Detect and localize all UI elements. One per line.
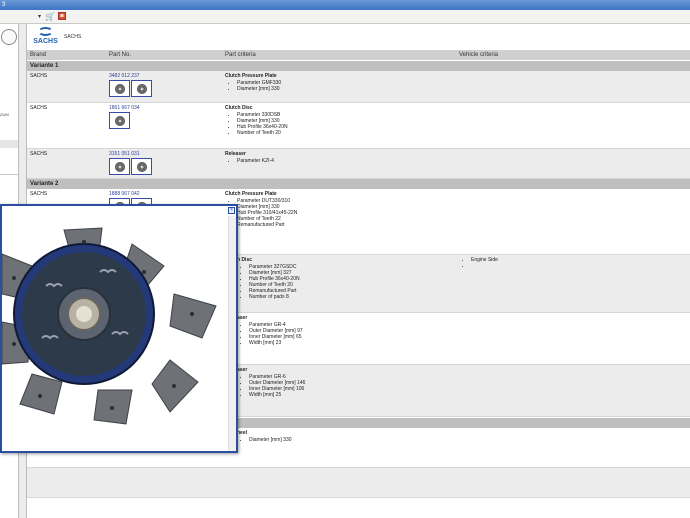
variant-header: Variante 2	[27, 179, 690, 189]
vehicle-criteria: Engine Side	[459, 257, 498, 269]
popup-scrollbar[interactable]	[228, 216, 236, 451]
table-row	[27, 468, 690, 498]
cart-icon[interactable]: 🛒	[45, 12, 55, 21]
criteria-item: Diameter [mm] 330	[249, 437, 292, 443]
table-row[interactable]: SACHS 3482 012 237 Clutch Pressure Plate…	[27, 71, 690, 103]
brand-name: SACHS	[64, 34, 82, 40]
part-thumbnail[interactable]	[131, 158, 152, 175]
criteria-item: Width [mm] 23	[249, 340, 303, 346]
table-row[interactable]: SACHS 1861 667 034 Clutch Disc Parameter…	[27, 103, 690, 149]
left-panel-selected-item[interactable]	[0, 140, 18, 148]
criteria-item: Parameter KZI-4	[237, 158, 274, 164]
col-part-no[interactable]: Part No.	[109, 51, 131, 60]
part-criteria: Clutch Disc Parameter 330DSB Diameter [m…	[225, 105, 288, 136]
toolbar: ▾ 🛒 ◙	[0, 10, 690, 24]
criteria-title: heel	[237, 430, 248, 436]
image-popup: ×	[0, 204, 238, 453]
dropdown-arrow-icon[interactable]: ▾	[38, 13, 43, 20]
criteria-item: Number of pads 8	[249, 294, 300, 300]
vehicle-criteria-item	[471, 263, 498, 269]
part-number-link[interactable]: 1861 667 034	[109, 105, 140, 111]
part-thumbnail[interactable]	[109, 112, 130, 129]
left-panel-text: ZUM	[0, 112, 9, 117]
sachs-logo: SACHS	[29, 27, 62, 48]
criteria-item: Width [mm] 25	[249, 392, 305, 398]
table-row[interactable]: SACHS 3151 051 031 Releaser Parameter KZ…	[27, 149, 690, 179]
part-criteria: aser Parameter GR-4 Outer Diameter [mm] …	[237, 315, 303, 346]
part-thumbnail[interactable]	[131, 80, 152, 97]
part-criteria: Clutch Pressure Plate Parameter GMF330 D…	[225, 73, 281, 92]
part-criteria: h Disc Parameter 327GSDC Diameter [mm] 3…	[237, 257, 300, 300]
part-criteria: aser Parameter GR-6 Outer Diameter [mm] …	[237, 367, 305, 398]
criteria-item: Diameter [mm] 330	[237, 86, 281, 92]
criteria-title: Clutch Disc	[225, 105, 253, 111]
sachs-logo-text: SACHS	[33, 38, 58, 45]
part-thumbnail[interactable]	[109, 158, 130, 175]
col-vehicle-criteria[interactable]: Vehicle criteria	[459, 51, 498, 60]
criteria-item: Number of Teeth 20	[237, 130, 288, 136]
column-header: Brand Part No. Part criteria Vehicle cri…	[27, 51, 690, 60]
criteria-item: Remanufactured Part	[237, 222, 297, 228]
part-thumbnail[interactable]	[109, 80, 130, 97]
part-number-link[interactable]: 3482 012 237	[109, 73, 140, 79]
window-titlebar: 3	[0, 0, 690, 10]
criteria-title: aser	[237, 367, 248, 373]
thumbnails	[109, 158, 153, 177]
criteria-title: aser	[237, 315, 248, 321]
thumbnails	[109, 112, 131, 131]
part-criteria: Releaser Parameter KZI-4	[225, 151, 274, 164]
sachs-swoosh-icon	[38, 27, 53, 36]
vehicle-criteria-item: Engine Side	[471, 257, 498, 263]
stop-icon[interactable]: ◙	[58, 12, 66, 20]
criteria-title: Clutch Pressure Plate	[225, 191, 277, 197]
search-icon[interactable]	[1, 29, 17, 45]
thumbnails	[109, 80, 153, 99]
criteria-title: Clutch Pressure Plate	[225, 73, 277, 79]
brand-cell: SACHS	[30, 105, 48, 111]
brand-cell: SACHS	[30, 191, 48, 197]
window-title: 3	[2, 2, 6, 8]
variant-header: Variante 1	[27, 61, 690, 71]
part-number-link[interactable]: 1888 067 042	[109, 191, 140, 197]
brand-cell: SACHS	[30, 151, 48, 157]
brand-bar: SACHS SACHS	[27, 24, 690, 51]
criteria-title: Releaser	[225, 151, 246, 157]
col-part-criteria[interactable]: Part criteria	[225, 51, 256, 60]
criteria-title: h Disc	[237, 257, 253, 263]
part-number-link[interactable]: 3151 051 031	[109, 151, 140, 157]
close-icon[interactable]: ×	[228, 207, 235, 214]
col-brand[interactable]: Brand	[30, 51, 46, 60]
divider	[0, 174, 18, 175]
brand-cell: SACHS	[30, 73, 48, 79]
part-criteria: heel Diameter [mm] 330	[237, 430, 292, 443]
clutch-disc-image	[2, 214, 218, 426]
